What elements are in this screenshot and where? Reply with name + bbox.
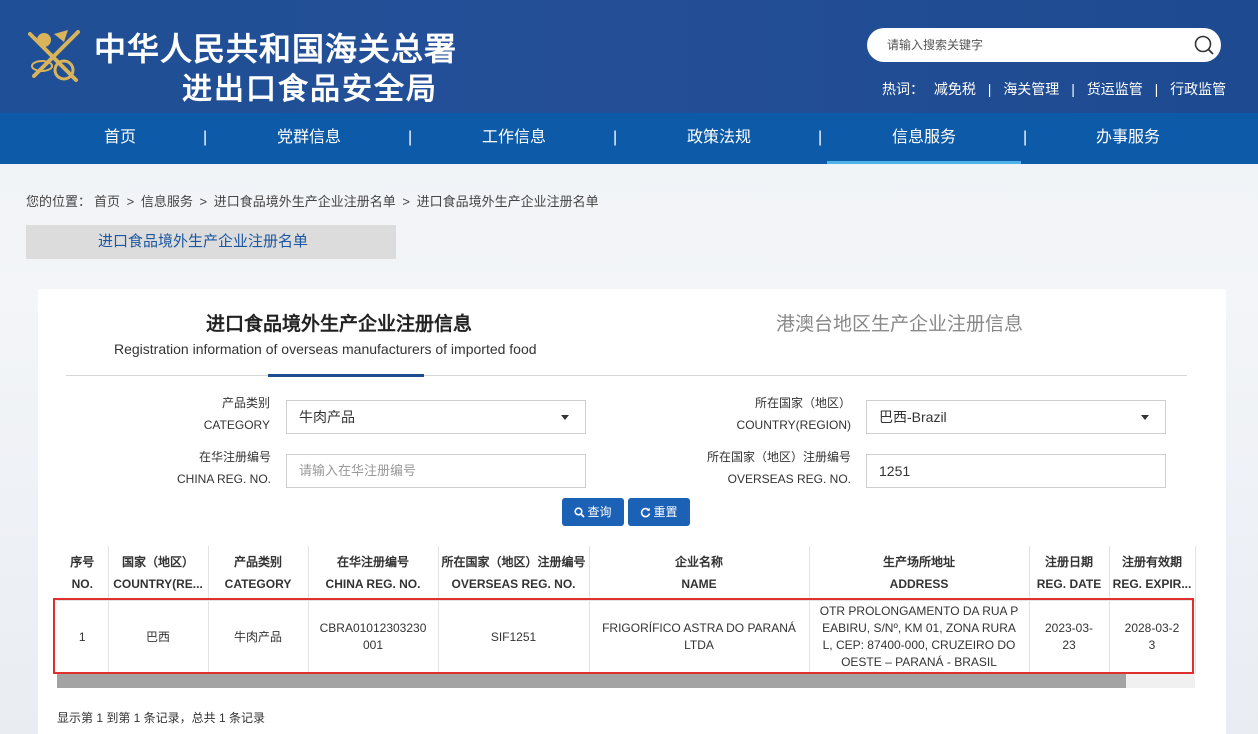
column-header-en: COUNTRY(RE... <box>113 576 203 591</box>
column-header-en: NAME <box>681 576 717 591</box>
hot-word-link[interactable]: 减免税 <box>934 79 976 99</box>
column-header-en: OVERSEAS REG. NO. <box>451 576 576 591</box>
column-header-en: REG. EXPIR... <box>1112 576 1192 591</box>
overseas-reg-input[interactable]: 1251 <box>866 454 1166 488</box>
column-header-cn: 注册日期 <box>1044 554 1093 569</box>
hot-words-label: 热词： <box>882 81 924 97</box>
column-header-reg-date[interactable]: 注册日期 REG. DATE <box>1029 546 1110 601</box>
site-header: 中华人民共和国海关总署 进出口食品安全局 热词： 减免税 | 海关管理 | 货运… <box>0 0 1258 113</box>
category-label-cn: 产品类别 <box>221 396 270 410</box>
reset-button[interactable]: 重置 <box>628 498 690 526</box>
nav-separator: | <box>1023 129 1028 146</box>
hot-word-separator: | <box>1154 81 1159 97</box>
category-select-value: 牛肉产品 <box>299 409 355 425</box>
table-header-row: 序号 NO. 国家（地区） COUNTRY(RE... 产品类别 CATEGORY 在… <box>57 546 1196 601</box>
chevron-down-icon <box>1141 415 1149 420</box>
column-header-reg-expiry[interactable]: 注册有效期 REG. EXPIR... <box>1109 546 1196 601</box>
breadcrumb-link-info-service[interactable]: 信息服务 <box>141 194 193 209</box>
tab-overseas-registration-subtitle: Registration information of overseas man… <box>114 341 537 357</box>
tab-overseas-registration[interactable]: 进口食品境外生产企业注册信息 <box>206 309 472 336</box>
category-select[interactable]: 牛肉产品 <box>286 400 586 434</box>
column-header-cn: 生产场所地址 <box>882 554 955 569</box>
search-icon <box>574 507 586 518</box>
nav-item-party-info[interactable]: 党群信息 <box>249 113 369 164</box>
column-header-no[interactable]: 序号 NO. <box>57 546 109 601</box>
column-header-en: REG. DATE <box>1036 576 1102 591</box>
hot-word-separator: | <box>1071 81 1075 97</box>
column-header-cn: 序号 <box>70 554 95 569</box>
tab-active-indicator <box>268 374 424 377</box>
column-header-cn: 国家（地区） <box>121 554 194 569</box>
nav-item-services[interactable]: 办事服务 <box>1068 113 1188 164</box>
customs-emblem-icon <box>28 30 80 82</box>
breadcrumb-link-registration-list[interactable]: 进口食品境外生产企业注册名单 <box>214 194 396 209</box>
chevron-down-icon <box>561 415 569 420</box>
column-header-en: CATEGORY <box>224 576 292 591</box>
country-label-en: COUNTRY(REGION) <box>736 418 851 432</box>
column-header-overseas-reg-no[interactable]: 所在国家（地区）注册编号 OVERSEAS REG. NO. <box>438 546 590 601</box>
search-box <box>867 28 1221 62</box>
nav-separator: | <box>203 129 208 146</box>
nav-item-policies[interactable]: 政策法规 <box>659 113 779 164</box>
nav-separator: | <box>818 129 823 146</box>
hot-word-link[interactable]: 行政监管 <box>1170 79 1226 99</box>
breadcrumb-current: 进口食品境外生产企业注册名单 <box>416 194 599 209</box>
country-label-cn: 所在国家（地区） <box>754 396 851 410</box>
china-reg-label: 在华注册编号 CHINA REG. NO. <box>158 446 271 490</box>
overseas-reg-label-cn: 所在国家（地区）注册编号 <box>706 450 851 464</box>
nav-item-work-info[interactable]: 工作信息 <box>454 113 574 164</box>
column-header-name[interactable]: 企业名称 NAME <box>589 546 810 601</box>
tab-divider <box>66 375 1187 376</box>
china-reg-label-en: CHINA REG. NO. <box>176 472 271 486</box>
column-header-en: NO. <box>71 576 93 591</box>
side-tab-registration-list[interactable]: 进口食品境外生产企业注册名单 <box>26 225 396 259</box>
column-header-cn: 注册有效期 <box>1121 554 1182 569</box>
column-header-address[interactable]: 生产场所地址 ADDRESS <box>809 546 1030 601</box>
highlight-box <box>53 598 1194 674</box>
category-label-en: CATEGORY <box>203 418 270 432</box>
nav-item-info-service[interactable]: 信息服务 <box>827 113 1021 164</box>
china-reg-input[interactable]: 请输入在华注册编号 <box>286 454 586 488</box>
main-nav: 首页 | 党群信息 | 工作信息 | 政策法规 | 信息服务 | 办事服务 <box>0 113 1258 164</box>
column-header-cn: 产品类别 <box>233 554 282 569</box>
nav-item-home[interactable]: 首页 <box>60 113 180 164</box>
breadcrumb: 您的位置： 首页 > 信息服务 > 进口食品境外生产企业注册名单 > 进口食品境外… <box>26 191 602 210</box>
reset-button-label: 重置 <box>653 505 678 519</box>
hot-word-separator: | <box>987 81 992 97</box>
nav-separator: | <box>613 129 618 146</box>
china-reg-label-cn: 在华注册编号 <box>198 450 271 464</box>
category-label: 产品类别 CATEGORY <box>158 392 270 436</box>
site-title-line2: 进出口食品安全局 <box>182 72 438 107</box>
hot-word-link[interactable]: 货运监管 <box>1087 79 1143 99</box>
hot-words: 热词： 减免税 | 海关管理 | 货运监管 | 行政监管 <box>882 79 1226 99</box>
breadcrumb-separator: > <box>126 194 135 209</box>
column-header-category[interactable]: 产品类别 CATEGORY <box>208 546 309 601</box>
search-icon[interactable] <box>1193 34 1215 56</box>
column-header-country[interactable]: 国家（地区） COUNTRY(RE... <box>108 546 209 601</box>
column-header-cn: 所在国家（地区）注册编号 <box>441 554 586 569</box>
column-header-cn: 在华注册编号 <box>336 554 409 569</box>
nav-separator: | <box>408 129 413 146</box>
breadcrumb-link-home[interactable]: 首页 <box>94 194 120 209</box>
query-button-label: 查询 <box>587 505 612 519</box>
column-header-cn: 企业名称 <box>674 554 723 569</box>
breadcrumb-separator: > <box>199 194 208 209</box>
breadcrumb-separator: > <box>402 194 410 209</box>
overseas-reg-label: 所在国家（地区）注册编号 OVERSEAS REG. NO. <box>678 446 851 490</box>
horizontal-scrollbar-thumb[interactable] <box>57 674 1126 688</box>
column-header-china-reg-no[interactable]: 在华注册编号 CHINA REG. NO. <box>308 546 439 601</box>
country-label: 所在国家（地区） COUNTRY(REGION) <box>678 392 851 436</box>
tab-hk-macao-taiwan[interactable]: 港澳台地区生产企业注册信息 <box>776 309 1023 336</box>
country-select-value: 巴西-Brazil <box>879 409 947 425</box>
breadcrumb-label: 您的位置： <box>26 194 92 209</box>
column-header-en: ADDRESS <box>889 576 949 591</box>
column-header-en: CHINA REG. NO. <box>325 576 421 591</box>
query-button[interactable]: 查询 <box>562 498 624 526</box>
overseas-reg-label-en: OVERSEAS REG. NO. <box>727 472 851 486</box>
hot-word-link[interactable]: 海关管理 <box>1003 79 1059 99</box>
refresh-icon <box>641 508 651 518</box>
search-input[interactable] <box>887 28 1187 62</box>
country-select[interactable]: 巴西-Brazil <box>866 400 1166 434</box>
pagination-summary: 显示第 1 到第 1 条记录，总共 1 条记录 <box>57 711 266 725</box>
